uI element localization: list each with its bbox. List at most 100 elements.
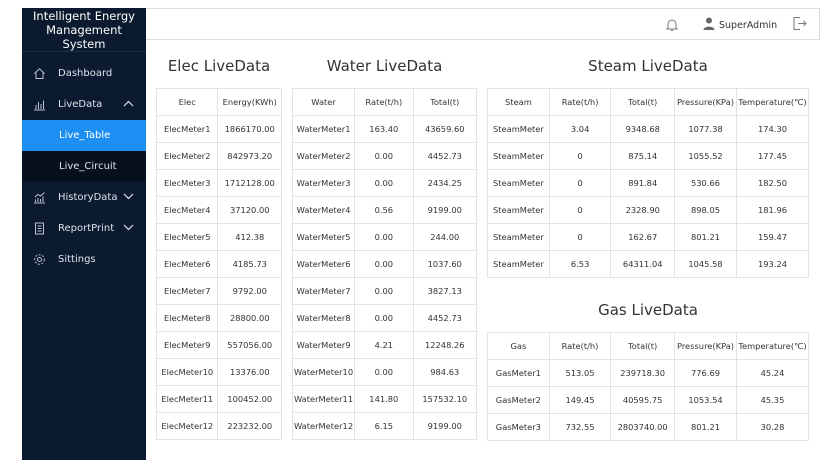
gas-header-row: Gas Rate(t/h) Total(t) Pressure(KPa) Tempera… bbox=[487, 332, 810, 360]
table-cell: 37120.00 bbox=[217, 196, 282, 224]
table-cell: 1045.58 bbox=[674, 250, 737, 278]
table-row: ElecMeter12 223232.00 bbox=[155, 412, 282, 440]
table-cell: ElecMeter9 bbox=[155, 331, 219, 359]
table-row: ElecMeter2 842973.20 bbox=[155, 142, 282, 170]
steam-header-row: Steam Rate(t/h) Total(t) Pressure(KPa) Tempe… bbox=[487, 88, 810, 116]
column-header: Temperature(℃) bbox=[735, 88, 810, 116]
sidebar-item-label: LiveData bbox=[58, 99, 103, 110]
table-cell: 13376.00 bbox=[217, 358, 282, 386]
table-cell: 0 bbox=[548, 142, 612, 170]
table-row: SteamMeter 0 875.14 1055.52 177.45 bbox=[487, 142, 810, 170]
sidebar-item-historydata[interactable]: HistoryData bbox=[22, 182, 146, 213]
water-header-row: Water Rate(t/h) Total(t) bbox=[291, 88, 477, 116]
sidebar-item-livedata[interactable]: LiveData bbox=[22, 89, 146, 120]
table-cell: 149.45 bbox=[548, 386, 612, 414]
table-cell: SteamMeter bbox=[487, 250, 550, 278]
username: SuperAdmin bbox=[719, 19, 778, 31]
table-cell: 0.00 bbox=[354, 250, 414, 278]
table-cell: 1866170.00 bbox=[217, 115, 282, 143]
sidebar-item-reportprint[interactable]: ReportPrint bbox=[22, 213, 146, 244]
table-row: SteamMeter 6.53 64311.04 1045.58 193.24 bbox=[487, 250, 810, 278]
table-row: SteamMeter 0 891.84 530.66 182.50 bbox=[487, 169, 810, 197]
table-row: WaterMeter8 0.00 4452.73 bbox=[291, 304, 477, 332]
elec-table: Elec Energy(KWh) ElecMeter1 1866170.00 Elec… bbox=[155, 88, 282, 440]
header-bar: SuperAdmin bbox=[146, 8, 820, 40]
table-cell: SteamMeter bbox=[487, 223, 550, 251]
table-cell: 2328.90 bbox=[610, 196, 676, 224]
table-cell: 732.55 bbox=[548, 413, 612, 441]
table-cell: SteamMeter bbox=[487, 196, 550, 224]
chevron-down-icon bbox=[123, 223, 134, 234]
sidebar-item-sittings[interactable]: Sittings bbox=[22, 244, 146, 275]
table-row: WaterMeter6 0.00 1037.60 bbox=[291, 250, 477, 278]
table-cell: WaterMeter1 bbox=[291, 115, 356, 143]
table-cell: WaterMeter3 bbox=[291, 169, 356, 197]
table-cell: 9199.00 bbox=[412, 412, 477, 440]
document-icon bbox=[32, 222, 46, 236]
table-row: WaterMeter4 0.56 9199.00 bbox=[291, 196, 477, 224]
bell-icon[interactable] bbox=[665, 17, 679, 36]
table-cell: 776.69 bbox=[674, 359, 737, 387]
table-cell: ElecMeter4 bbox=[155, 196, 219, 224]
table-row: ElecMeter9 557056.00 bbox=[155, 331, 282, 359]
column-header: Elec bbox=[155, 88, 219, 116]
table-cell: 28800.00 bbox=[217, 304, 282, 332]
table-cell: 2434.25 bbox=[412, 169, 477, 197]
table-cell: ElecMeter10 bbox=[155, 358, 219, 386]
table-row: GasMeter1 513.05 239718.30 776.69 45.24 bbox=[487, 359, 810, 387]
table-cell: GasMeter1 bbox=[487, 359, 550, 387]
table-cell: 6.15 bbox=[354, 412, 414, 440]
table-cell: WaterMeter5 bbox=[291, 223, 356, 251]
table-row: SteamMeter 0 2328.90 898.05 181.96 bbox=[487, 196, 810, 224]
table-cell: 891.84 bbox=[610, 169, 676, 197]
table-cell: 141.80 bbox=[354, 385, 414, 413]
table-row: SteamMeter 3.04 9348.68 1077.38 174.30 bbox=[487, 115, 810, 143]
table-cell: 1053.54 bbox=[674, 386, 737, 414]
table-cell: WaterMeter7 bbox=[291, 277, 356, 305]
sidebar-item-live-table[interactable]: Live_Table bbox=[22, 120, 146, 151]
column-header: Gas bbox=[487, 332, 550, 360]
gas-table: Gas Rate(t/h) Total(t) Pressure(KPa) Tempera… bbox=[487, 332, 810, 441]
table-cell: ElecMeter2 bbox=[155, 142, 219, 170]
chevron-down-icon bbox=[123, 192, 134, 203]
table-row: ElecMeter11 100452.00 bbox=[155, 385, 282, 413]
table-row: WaterMeter10 0.00 984.63 bbox=[291, 358, 477, 386]
table-cell: GasMeter2 bbox=[487, 386, 550, 414]
table-cell: 842973.20 bbox=[217, 142, 282, 170]
table-cell: 0 bbox=[548, 223, 612, 251]
table-row: ElecMeter8 28800.00 bbox=[155, 304, 282, 332]
user-menu[interactable]: SuperAdmin bbox=[703, 17, 777, 33]
table-cell: WaterMeter9 bbox=[291, 331, 356, 359]
table-row: WaterMeter1 163.40 43659.60 bbox=[291, 115, 477, 143]
table-cell: 9348.68 bbox=[610, 115, 676, 143]
table-row: ElecMeter7 9792.00 bbox=[155, 277, 282, 305]
table-cell: 174.30 bbox=[735, 115, 810, 143]
table-cell: ElecMeter7 bbox=[155, 277, 219, 305]
livedata-submenu: Live_Table Live_Circuit bbox=[22, 120, 146, 182]
logout-icon[interactable] bbox=[792, 16, 807, 35]
sidebar: Intelligent Energy Management System Dash… bbox=[22, 8, 146, 460]
table-row: WaterMeter12 6.15 9199.00 bbox=[291, 412, 477, 440]
table-cell: ElecMeter6 bbox=[155, 250, 219, 278]
sidebar-item-dashboard[interactable]: Dashboard bbox=[22, 58, 146, 89]
app-title-line1: Intelligent Energy bbox=[33, 8, 135, 23]
table-cell: WaterMeter2 bbox=[291, 142, 356, 170]
table-cell: 9199.00 bbox=[412, 196, 477, 224]
table-cell: 0.00 bbox=[354, 304, 414, 332]
gear-icon bbox=[32, 253, 46, 267]
table-cell: GasMeter3 bbox=[487, 413, 550, 441]
table-cell: 801.21 bbox=[674, 413, 737, 441]
table-cell: 0.00 bbox=[354, 169, 414, 197]
table-row: WaterMeter2 0.00 4452.73 bbox=[291, 142, 477, 170]
column-header: Rate(t/h) bbox=[548, 332, 612, 360]
table-cell: SteamMeter bbox=[487, 142, 550, 170]
sidebar-item-label: HistoryData bbox=[58, 192, 118, 203]
table-cell: 984.63 bbox=[412, 358, 477, 386]
table-cell: WaterMeter4 bbox=[291, 196, 356, 224]
sidebar-item-live-circuit[interactable]: Live_Circuit bbox=[22, 151, 146, 182]
table-cell: 45.35 bbox=[735, 386, 810, 414]
table-cell: 163.40 bbox=[354, 115, 414, 143]
column-header: Steam bbox=[487, 88, 550, 116]
table-cell: 530.66 bbox=[674, 169, 737, 197]
table-row: WaterMeter9 4.21 12248.26 bbox=[291, 331, 477, 359]
